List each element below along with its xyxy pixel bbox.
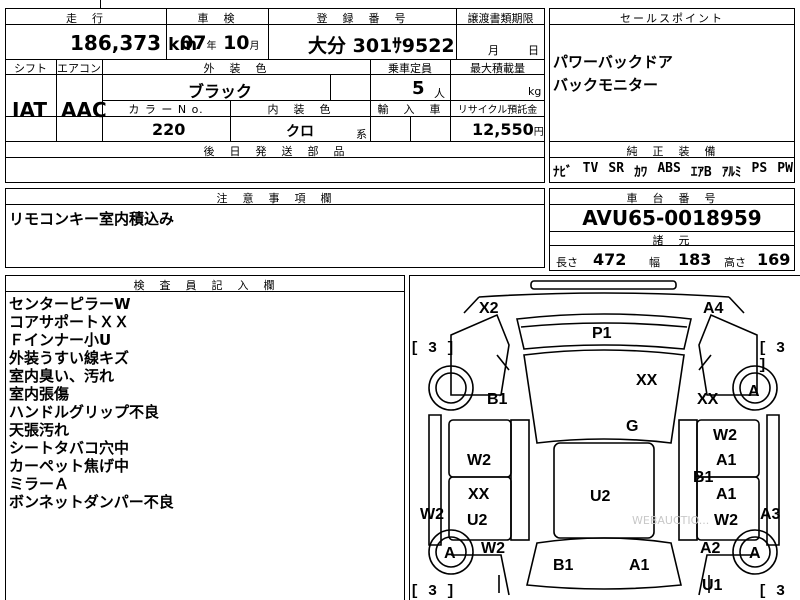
shift-value: IAT	[12, 98, 48, 122]
damage-mark: B1	[487, 391, 508, 408]
damage-mark: X2	[479, 300, 499, 317]
dimensions-label: 諸 元	[652, 234, 692, 247]
damage-mark: XX	[697, 391, 719, 408]
sales-point-item: パワーバックドア	[553, 53, 673, 71]
equipment-label: 純 正 装 備	[626, 145, 718, 158]
height-value: 169	[757, 250, 791, 269]
chassis-label: 車 台 番 号	[626, 192, 718, 205]
ac-label: エアコン	[57, 62, 101, 75]
damage-mark: A4	[703, 300, 724, 317]
inspection-date: 07年 10月	[180, 32, 260, 54]
damage-mark: W2	[713, 427, 737, 444]
capacity-value: 5	[412, 78, 425, 99]
max-load-unit: kg	[528, 85, 542, 98]
damage-mark: W2	[481, 540, 505, 557]
damage-mark: P1	[592, 325, 612, 342]
tire-depth-front-right: [ 3 ]	[758, 340, 786, 374]
mileage-label: 走 行	[66, 12, 105, 25]
equipment-item: PS	[751, 161, 768, 176]
damage-mark: A	[749, 545, 761, 562]
equipment-item: ｱﾙﾐ	[721, 165, 742, 180]
damage-mark: A1	[716, 452, 737, 469]
damage-mark: A1	[629, 557, 650, 574]
tire-depth-front-left: [ 3 ]	[410, 340, 456, 357]
ac-value: AAC	[61, 98, 107, 122]
width-value: 183	[678, 250, 712, 269]
tire-depth-rear-left: [ 3 ]	[410, 583, 456, 600]
car-outline-diagram	[428, 280, 780, 596]
damage-mark: W2	[420, 506, 444, 523]
damage-mark: B1	[693, 469, 714, 486]
equipment-list: ﾅﾋﾞ TV SR ｶﾜ ABS ｴｱB ｱﾙﾐ PS PW	[553, 161, 793, 180]
damage-mark: W2	[714, 512, 738, 529]
notes-label: 注 意 事 項 欄	[216, 192, 334, 205]
damage-mark: U1	[702, 577, 723, 594]
damage-mark: A1	[716, 486, 737, 503]
damage-mark: U2	[467, 512, 488, 529]
damage-mark: A	[748, 383, 760, 400]
equipment-item: ｴｱB	[690, 165, 712, 180]
equipment-item: TV	[582, 161, 599, 176]
capacity-label: 乗車定員	[388, 62, 432, 75]
shift-label: シフト	[14, 62, 47, 75]
interior-color-label: 内 装 色	[267, 103, 333, 116]
later-parts-label: 後 日 発 送 部 品	[203, 145, 347, 158]
height-label: 高さ	[724, 256, 746, 269]
tire-depth-rear-right: [ 3 ]	[758, 583, 786, 600]
damage-mark: G	[626, 418, 639, 435]
damage-mark: A	[444, 545, 456, 562]
transfer-deadline-label: 譲渡書類期限	[467, 12, 534, 25]
max-load-label: 最大積載量	[470, 62, 525, 75]
width-label: 幅	[649, 256, 660, 269]
interior-color-value: クロ	[286, 124, 314, 140]
damage-mark: A3	[760, 506, 781, 523]
length-label: 長さ	[556, 256, 578, 269]
inspection-label: 車 検	[197, 12, 237, 25]
damage-mark: W2	[467, 452, 491, 469]
exterior-color-label: 外 装 色	[203, 62, 269, 75]
sales-points-label: セールスポイント	[620, 12, 724, 25]
equipment-item: ABS	[657, 161, 681, 176]
registration-number: 大分 301ｻ9522	[308, 35, 455, 57]
chassis-number: AVU65-0018959	[582, 206, 762, 230]
import-label: 輸 入 車	[377, 103, 443, 116]
color-no-label: カ ラ ー N o.	[128, 103, 204, 116]
damage-mark: XX	[636, 372, 658, 389]
equipment-item: ｶﾜ	[634, 165, 648, 180]
damage-mark: A2	[700, 540, 721, 557]
capacity-unit: 人	[434, 87, 445, 100]
mileage-value: 186,373 km	[70, 31, 198, 55]
recycle-label: リサイクル預託金	[457, 105, 538, 116]
inspector-label: 検 査 員 記 入 欄	[133, 279, 277, 292]
notes-text: リモコンキー室内積込み	[9, 210, 175, 228]
interior-color-suffix: 系	[356, 128, 367, 141]
damage-mark: XX	[468, 486, 490, 503]
damage-mark: U2	[590, 488, 611, 505]
transfer-month-unit: 月	[488, 44, 499, 57]
equipment-item: PW	[777, 161, 793, 176]
sales-point-item: バックモニター	[553, 76, 659, 94]
equipment-item: SR	[608, 161, 625, 176]
color-no-value: 220	[152, 120, 186, 139]
recycle-value: 12,550円	[472, 120, 544, 139]
watermark: WEBAUCTIO...	[632, 514, 710, 527]
equipment-item: ﾅﾋﾞ	[553, 165, 573, 180]
inspector-note: ボンネットダンパー不良	[9, 493, 174, 511]
transfer-day-unit: 日	[528, 44, 539, 57]
exterior-color-value: ブラック	[188, 82, 253, 101]
length-value: 472	[593, 250, 627, 269]
damage-mark: B1	[553, 557, 574, 574]
registration-label: 登 録 番 号	[316, 12, 408, 25]
